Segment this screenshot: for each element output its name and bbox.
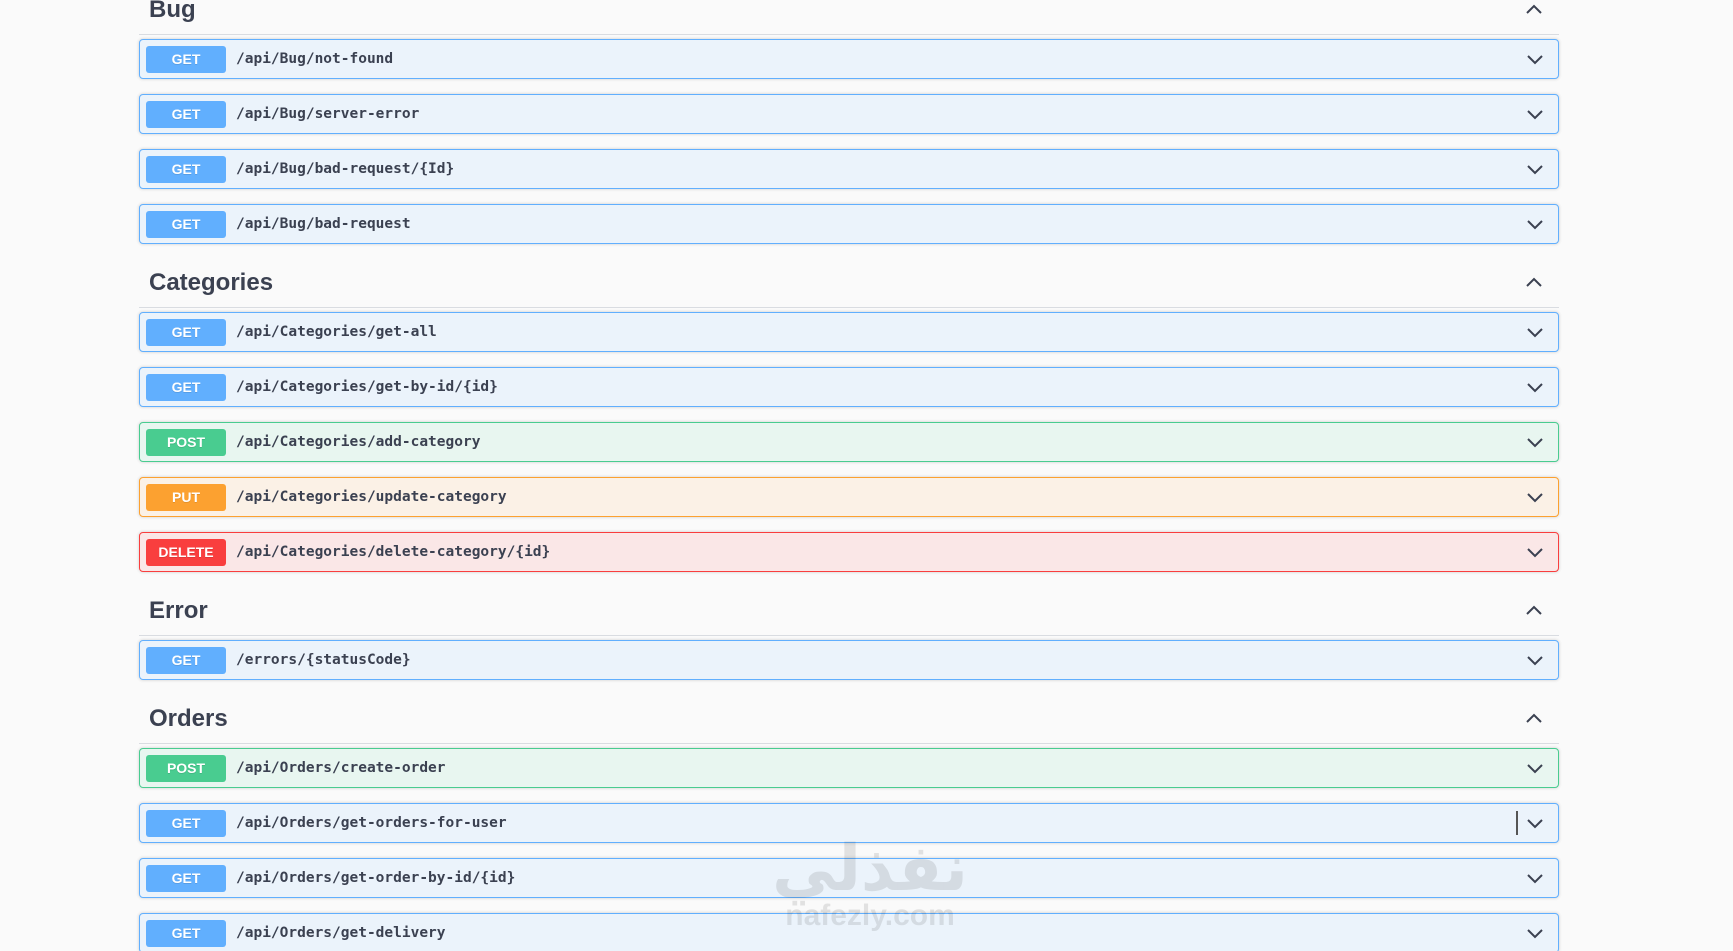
operation-path: /api/Orders/get-delivery xyxy=(236,925,446,941)
operation-row[interactable]: DELETE/api/Categories/delete-category/{i… xyxy=(139,532,1559,572)
operation-row[interactable]: GET/api/Bug/server-error xyxy=(139,94,1559,134)
tag-section-orders: Orders POST/api/Orders/create-order GET/ap… xyxy=(139,695,1559,951)
operation-row[interactable]: PUT/api/Categories/update-category xyxy=(139,477,1559,517)
chevron-down-icon[interactable] xyxy=(1524,541,1546,563)
tag-section-categories: Categories GET/api/Categories/get-all GET /… xyxy=(139,259,1559,572)
tag-section-error: Error GET/errors/{statusCode} xyxy=(139,587,1559,680)
chevron-down-icon[interactable] xyxy=(1524,376,1546,398)
method-badge: GET xyxy=(146,373,226,401)
operation-path: /api/Orders/create-order xyxy=(236,760,446,776)
operation-row[interactable]: GET/api/Bug/bad-request xyxy=(139,204,1559,244)
method-badge: POST xyxy=(146,754,226,782)
operation-row[interactable]: GET/api/Bug/bad-request/{Id} xyxy=(139,149,1559,189)
chevron-down-icon[interactable] xyxy=(1524,486,1546,508)
chevron-down-icon[interactable] xyxy=(1524,431,1546,453)
tag-title: Orders xyxy=(149,705,228,732)
operation-row[interactable]: POST/api/Categories/add-category xyxy=(139,422,1559,462)
operation-path: /api/Categories/delete-category/{id} xyxy=(236,544,551,560)
method-badge: GET xyxy=(146,45,226,73)
tag-header[interactable]: Error xyxy=(139,587,1559,636)
operation-path: /api/Bug/bad-request/{Id} xyxy=(236,161,455,177)
chevron-up-icon[interactable] xyxy=(1523,272,1545,294)
method-badge: GET xyxy=(146,646,226,674)
tag-header[interactable]: Categories xyxy=(139,259,1559,308)
chevron-down-icon[interactable] xyxy=(1524,649,1546,671)
method-badge: PUT xyxy=(146,483,226,511)
method-badge: GET xyxy=(146,864,226,892)
method-badge: DELETE xyxy=(146,538,226,566)
tag-header[interactable]: Orders xyxy=(139,695,1559,744)
operation-path: /api/Orders/get-orders-for-user xyxy=(236,815,507,831)
text-cursor-icon xyxy=(1516,811,1518,835)
operation-path: /api/Bug/server-error xyxy=(236,106,420,122)
tag-title: Bug xyxy=(149,0,196,23)
chevron-down-icon[interactable] xyxy=(1524,757,1546,779)
operation-row[interactable]: GET/api/Bug/not-found xyxy=(139,39,1559,79)
tag-title: Error xyxy=(149,597,208,624)
operation-path: /api/Categories/add-category xyxy=(236,434,481,450)
chevron-down-icon[interactable] xyxy=(1524,158,1546,180)
operation-row[interactable]: GET/api/Orders/get-delivery xyxy=(139,913,1559,951)
operation-row[interactable]: GET/api/Categories/get-by-id/{id} xyxy=(139,367,1559,407)
operation-row[interactable]: GET/api/Orders/get-orders-for-user xyxy=(139,803,1559,843)
chevron-down-icon[interactable] xyxy=(1524,812,1546,834)
operation-path: /api/Categories/get-by-id/{id} xyxy=(236,379,498,395)
method-badge: GET xyxy=(146,100,226,128)
chevron-up-icon[interactable] xyxy=(1523,0,1545,21)
operation-path: /api/Bug/bad-request xyxy=(236,216,411,232)
operation-path: /api/Categories/get-all xyxy=(236,324,437,340)
chevron-down-icon[interactable] xyxy=(1524,321,1546,343)
operation-row[interactable]: GET/api/Categories/get-all xyxy=(139,312,1559,352)
operations-list: Bug GET/api/Bug/not-found GET/api/Bug/serv… xyxy=(139,0,1559,951)
operation-path: /api/Categories/update-category xyxy=(236,489,507,505)
tag-title: Categories xyxy=(149,269,274,296)
chevron-down-icon[interactable] xyxy=(1524,867,1546,889)
chevron-down-icon[interactable] xyxy=(1524,103,1546,125)
chevron-down-icon[interactable] xyxy=(1524,48,1546,70)
method-badge: POST xyxy=(146,428,226,456)
chevron-up-icon[interactable] xyxy=(1523,708,1545,730)
operation-path: /api/Orders/get-order-by-id/{id} xyxy=(236,870,516,886)
tag-header[interactable]: Bug xyxy=(139,0,1559,35)
operation-row[interactable]: GET/errors/{statusCode} xyxy=(139,640,1559,680)
operation-row[interactable]: POST/api/Orders/create-order xyxy=(139,748,1559,788)
method-badge: GET xyxy=(146,919,226,947)
method-badge: GET xyxy=(146,210,226,238)
method-badge: GET xyxy=(146,155,226,183)
method-badge: GET xyxy=(146,809,226,837)
operation-path: /api/Bug/not-found xyxy=(236,51,394,67)
chevron-down-icon[interactable] xyxy=(1524,213,1546,235)
operation-path: /errors/{statusCode} xyxy=(236,652,411,668)
chevron-up-icon[interactable] xyxy=(1523,600,1545,622)
operation-row[interactable]: GET/api/Orders/get-order-by-id/{id} xyxy=(139,858,1559,898)
tag-section-bug: Bug GET/api/Bug/not-found GET/api/Bug/serv… xyxy=(139,0,1559,244)
swagger-page: Bug GET/api/Bug/not-found GET/api/Bug/serv… xyxy=(0,0,1733,951)
chevron-down-icon[interactable] xyxy=(1524,922,1546,944)
method-badge: GET xyxy=(146,318,226,346)
